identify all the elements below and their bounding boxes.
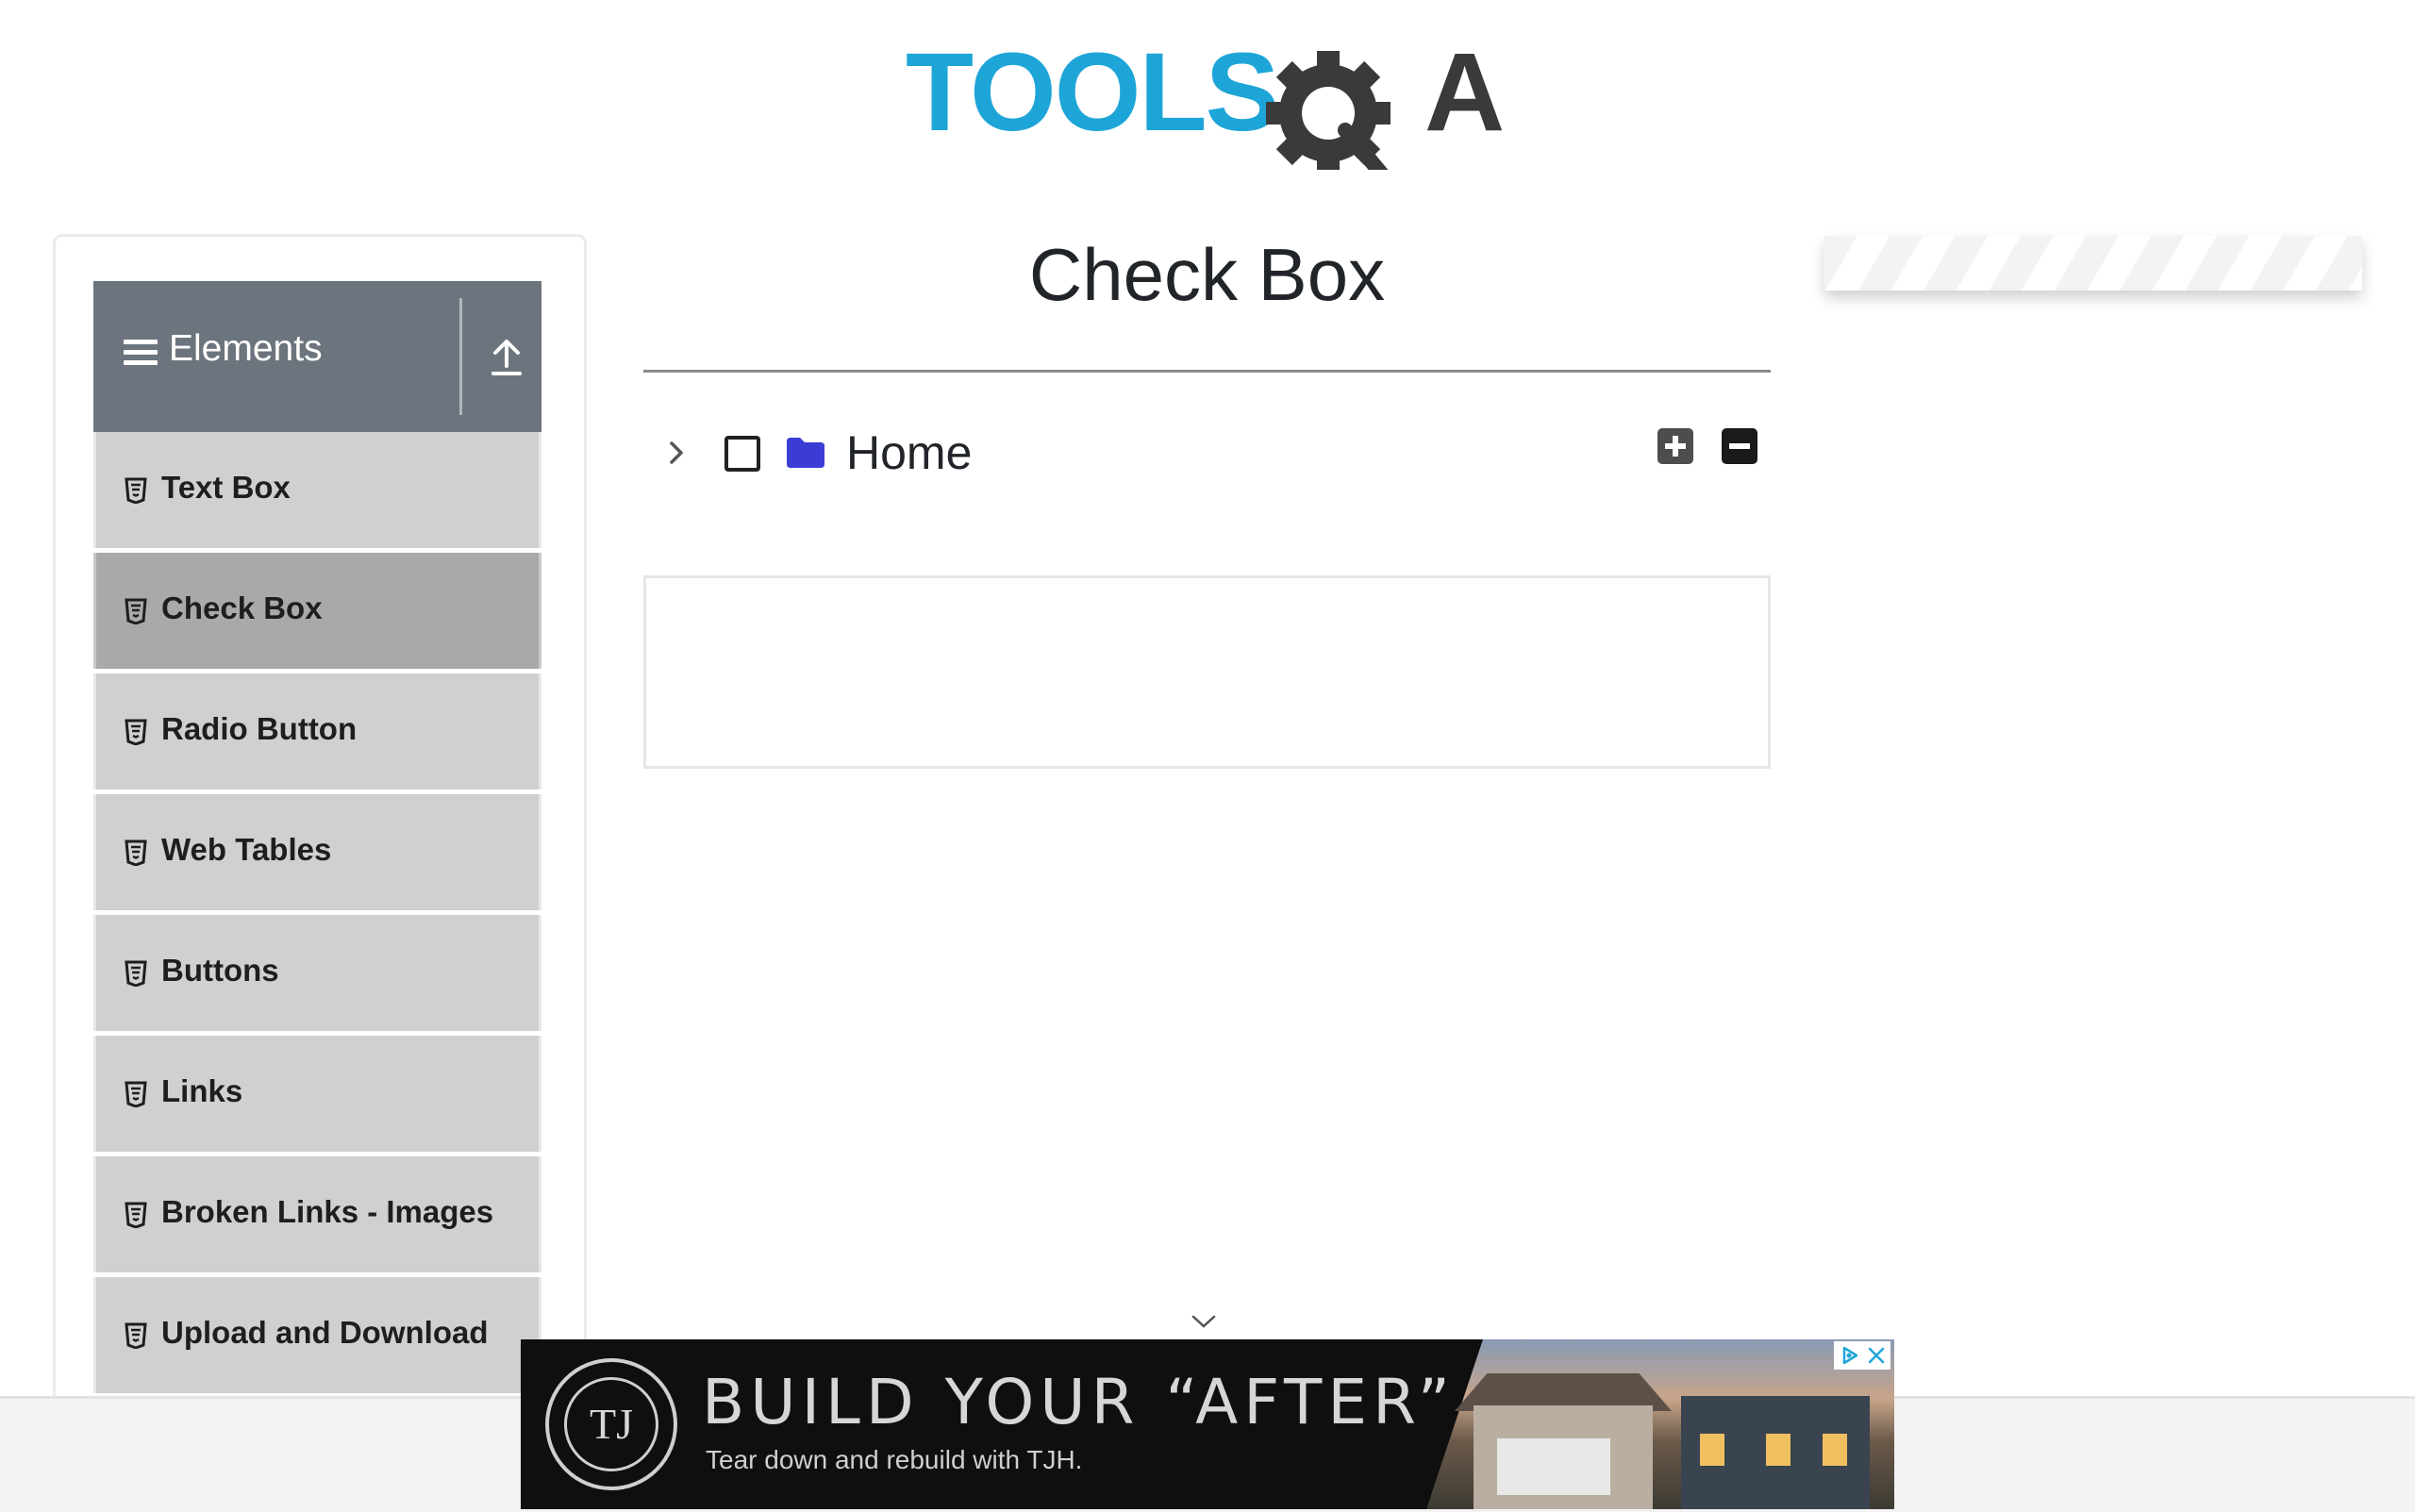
side-ad-banner[interactable]: [1824, 236, 2362, 291]
home-checkbox[interactable]: [724, 436, 760, 472]
html5-shield-icon: [125, 1081, 147, 1107]
toolsqa-logo[interactable]: TOOLS A: [906, 28, 1519, 170]
logo-graphic: TOOLS A: [906, 30, 1505, 170]
logo-text-tools: TOOLS: [906, 30, 1277, 155]
html5-shield-icon: [125, 1322, 147, 1349]
html5-shield-icon: [125, 598, 147, 624]
sidebar-item-label: Radio Button: [161, 711, 358, 746]
ad-logo-text: TJ: [564, 1377, 658, 1471]
sidebar-item-label: Text Box: [161, 470, 291, 505]
ad-headline: BUILD YOUR “AFTER”: [702, 1366, 1456, 1438]
logo-text-a: A: [1424, 30, 1505, 155]
ad-logo: TJ: [545, 1358, 677, 1490]
folder-icon: [787, 438, 824, 468]
ad-house-right: [1681, 1396, 1870, 1509]
bottom-ad-banner[interactable]: TJ BUILD YOUR “AFTER” Tear down and rebu…: [521, 1339, 1894, 1509]
expand-all-button[interactable]: [1657, 428, 1693, 464]
sidebar-item-label: Broken Links - Images: [161, 1194, 494, 1229]
sidebar-item-label: Check Box: [161, 590, 323, 625]
ad-subline: Tear down and rebuild with TJH.: [706, 1445, 1083, 1474]
html5-shield-icon: [125, 477, 147, 504]
close-icon[interactable]: [1866, 1345, 1887, 1366]
elements-group-header[interactable]: Elements: [93, 281, 541, 432]
sidebar-item-label: Upload and Download: [161, 1315, 489, 1350]
sidebar-item-label: Buttons: [161, 953, 279, 988]
ad-house-garage: [1497, 1438, 1610, 1495]
sidebar-item-links[interactable]: Links: [93, 1036, 541, 1152]
elements-menu: Text Box Check Box Radio Button Web Tabl…: [93, 432, 541, 1398]
gear-icon: [1266, 51, 1391, 170]
adchoices-icon[interactable]: [1840, 1345, 1860, 1366]
title-divider: [643, 370, 1771, 373]
tree-node-home: Home: [643, 415, 1771, 490]
sidebar-item-radio-button[interactable]: Radio Button: [93, 673, 541, 789]
html5-shield-icon: [125, 960, 147, 987]
sidebar-item-label: Web Tables: [161, 832, 332, 867]
sidebar-item-check-box[interactable]: Check Box: [93, 553, 541, 669]
sidebar-item-web-tables[interactable]: Web Tables: [93, 794, 541, 910]
html5-shield-icon: [125, 719, 147, 745]
sidebar-item-text-box[interactable]: Text Box: [93, 432, 541, 548]
upload-arrow-icon[interactable]: [490, 336, 524, 377]
sidebar-item-label: Links: [161, 1073, 243, 1108]
result-panel: [643, 575, 1771, 769]
group-title: Elements: [169, 328, 323, 369]
header-divider: [459, 298, 462, 415]
sidebar-item-broken-links-images[interactable]: Broken Links - Images: [93, 1156, 541, 1272]
html5-shield-icon: [125, 1202, 147, 1228]
chevron-down-icon[interactable]: [1191, 1313, 1217, 1330]
sidebar-item-buttons[interactable]: Buttons: [93, 915, 541, 1031]
tree-node-label[interactable]: Home: [846, 424, 972, 481]
collapse-all-button[interactable]: [1722, 428, 1757, 464]
sidebar-item-upload-and-download[interactable]: Upload and Download: [93, 1277, 541, 1393]
hamburger-icon: [124, 340, 158, 368]
chevron-right-icon[interactable]: [664, 436, 689, 470]
adchoices-badge[interactable]: [1834, 1341, 1890, 1370]
page-title: Check Box: [1028, 233, 1386, 316]
html5-shield-icon: [125, 839, 147, 866]
